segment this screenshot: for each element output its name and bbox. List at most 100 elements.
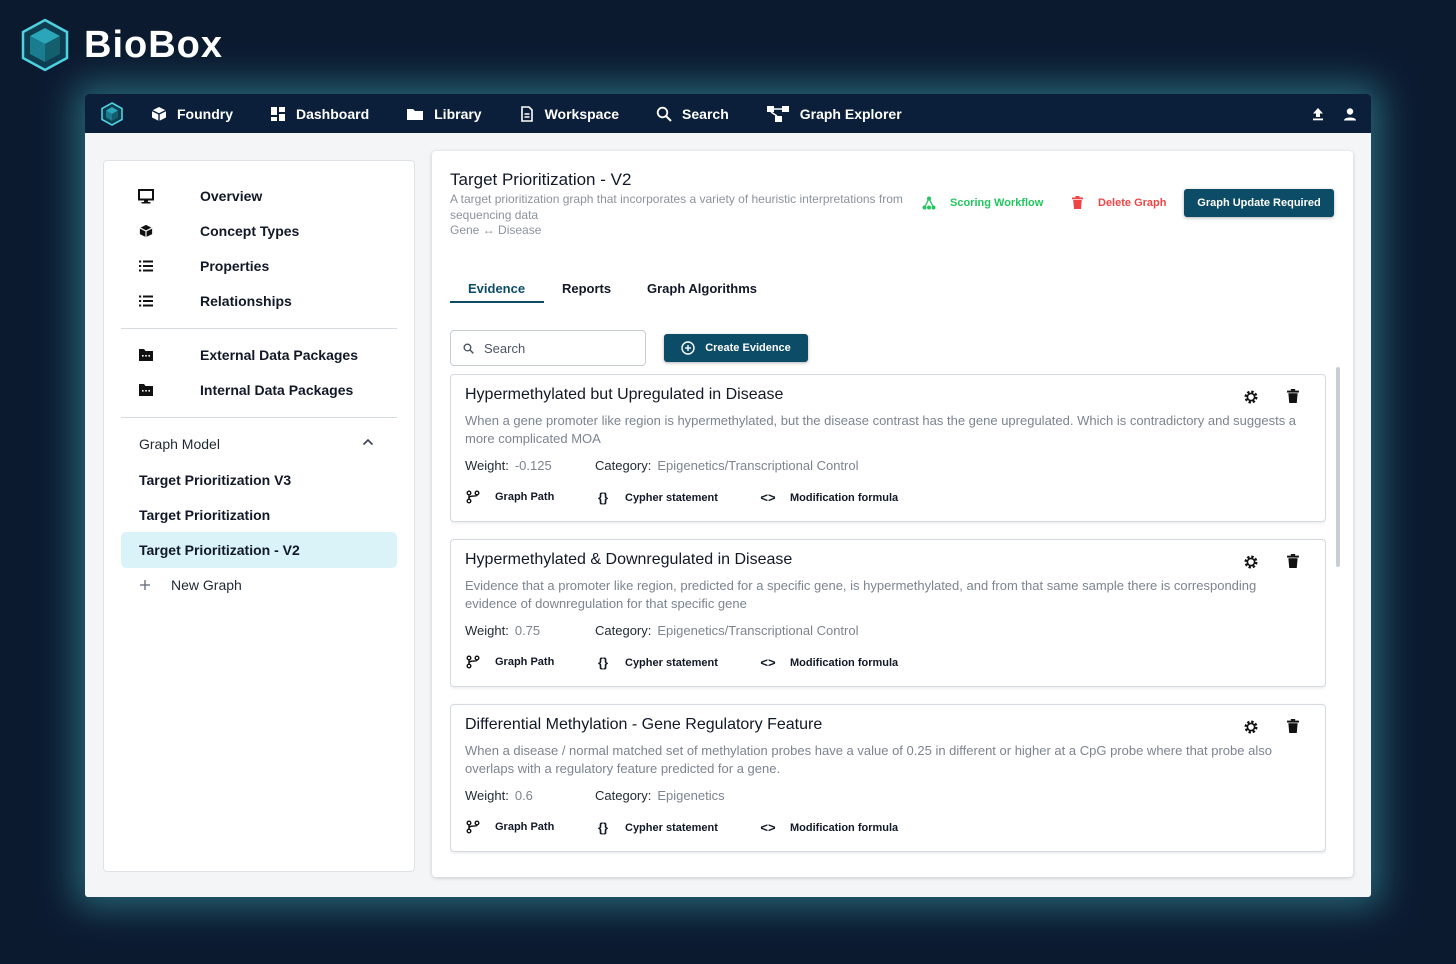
nav-library[interactable]: Library <box>406 106 482 122</box>
cypher-statement-label: Cypher statement <box>625 821 718 834</box>
tab-reports[interactable]: Reports <box>562 281 611 296</box>
sidebar-item-properties[interactable]: Properties <box>104 254 414 278</box>
nav-graph-explorer[interactable]: Graph Explorer <box>766 105 902 123</box>
sidebar-item-overview[interactable]: Overview <box>104 184 414 208</box>
cypher-statement-label: Cypher statement <box>625 491 718 504</box>
scoring-workflow-label: Scoring Workflow <box>950 197 1044 209</box>
dashboard-icon <box>271 106 285 121</box>
modification-formula-label: Modification formula <box>790 821 899 834</box>
graph-path-label: Graph Path <box>495 821 555 833</box>
sidebar-item-external-data-packages[interactable]: External Data Packages <box>104 343 414 367</box>
category-value: Epigenetics/Transcriptional Control <box>657 623 859 638</box>
brand-name: BioBox <box>84 23 223 66</box>
search-input[interactable]: Search <box>450 330 646 366</box>
evidence-card[interactable]: Differential Methylation - Gene Regulato… <box>450 704 1326 852</box>
weight-label: Weight: <box>465 788 509 803</box>
graph-relation: Gene ↔ Disease <box>450 223 542 237</box>
evidence-scrollbar[interactable] <box>1336 367 1340 567</box>
nav-workspace[interactable]: Workspace <box>519 106 619 122</box>
evidence-title: Differential Methylation - Gene Regulato… <box>465 716 823 733</box>
graph-path-icon <box>465 820 481 834</box>
nav-search[interactable]: Search <box>656 106 729 122</box>
upload-icon[interactable] <box>1311 107 1325 121</box>
trash-icon[interactable] <box>1287 554 1299 568</box>
nav-dashboard-label: Dashboard <box>296 105 370 122</box>
monitor-icon <box>138 188 154 204</box>
evidence-card[interactable]: Hypermethylated but Upregulated in Disea… <box>450 374 1326 522</box>
search-icon <box>463 342 474 354</box>
nav-dashboard[interactable]: Dashboard <box>270 106 369 122</box>
graph-model-heading: Graph Model <box>139 436 220 452</box>
category-value: Epigenetics/Transcriptional Control <box>657 458 859 473</box>
graph-path-button[interactable]: Graph Path <box>465 490 554 504</box>
new-graph-label: New Graph <box>171 577 242 593</box>
sidebar-item-label: Internal Data Packages <box>200 382 354 398</box>
evidence-description: When a gene promoter like region is hype… <box>465 413 1297 446</box>
settings-gear-icon[interactable] <box>1243 554 1259 570</box>
main-panel: Target Prioritization - V2 A target prio… <box>432 151 1353 877</box>
evidence-description: Evidence that a promoter like region, pr… <box>465 578 1257 611</box>
graph-description: A target prioritization graph that incor… <box>450 192 903 222</box>
nav-graph-explorer-label: Graph Explorer <box>799 105 902 122</box>
graph-path-button[interactable]: Graph Path <box>465 820 554 834</box>
graph-update-required-button[interactable]: Graph Update Required <box>1184 189 1334 217</box>
category-label: Category: <box>595 623 652 638</box>
modification-formula-button[interactable]: <> Modification formula <box>760 490 898 505</box>
nav-foundry-label: Foundry <box>177 105 233 122</box>
scoring-workflow-button[interactable]: Scoring Workflow <box>922 196 1043 210</box>
graph-path-label: Graph Path <box>495 491 555 503</box>
graph-item-target-prioritization-v2[interactable]: Target Prioritization - V2 <box>139 542 300 558</box>
tab-graph-algorithms[interactable]: Graph Algorithms <box>647 281 757 296</box>
search-icon <box>656 106 672 122</box>
trash-icon[interactable] <box>1287 719 1299 733</box>
folder-icon <box>407 108 424 120</box>
graph-item-target-prioritization-v3[interactable]: Target Prioritization V3 <box>139 472 291 488</box>
list-icon <box>138 293 154 309</box>
modification-formula-label: Modification formula <box>790 491 899 504</box>
sidebar-item-label: Concept Types <box>200 223 300 239</box>
cypher-statement-label: Cypher statement <box>625 656 718 669</box>
braces-icon: {} <box>597 820 609 835</box>
code-icon: <> <box>760 820 776 835</box>
plus-icon <box>140 580 150 590</box>
nav-search-label: Search <box>682 105 729 122</box>
sidebar-divider <box>121 328 397 329</box>
evidence-card[interactable]: Hypermethylated & Downregulated in Disea… <box>450 539 1326 687</box>
evidence-description: When a disease / normal matched set of m… <box>465 743 1272 776</box>
sidebar-item-relationships[interactable]: Relationships <box>104 289 414 313</box>
settings-gear-icon[interactable] <box>1243 719 1259 735</box>
biobox-logo-icon <box>21 18 69 72</box>
settings-gear-icon[interactable] <box>1243 389 1259 405</box>
trash-icon[interactable] <box>1287 389 1299 403</box>
create-evidence-button[interactable]: Create Evidence <box>664 334 808 362</box>
search-placeholder: Search <box>484 340 526 356</box>
weight-value: -0.125 <box>514 458 552 473</box>
new-graph-button[interactable]: New Graph <box>139 577 242 593</box>
weight-value: 0.75 <box>514 623 541 638</box>
tab-evidence[interactable]: Evidence <box>468 281 525 296</box>
category-label: Category: <box>595 458 652 473</box>
graph-item-target-prioritization[interactable]: Target Prioritization <box>139 507 270 523</box>
document-icon <box>520 105 533 122</box>
app-window: Foundry Dashboard Library Workspace Sear… <box>85 94 1371 897</box>
sidebar-item-concept-types[interactable]: Concept Types <box>104 219 414 243</box>
evidence-weight: Weight: 0.6 <box>465 788 533 803</box>
nav-right-actions <box>1311 94 1357 133</box>
nav-foundry[interactable]: Foundry <box>151 106 233 122</box>
package-icon <box>138 382 154 398</box>
sidebar-item-internal-data-packages[interactable]: Internal Data Packages <box>104 378 414 402</box>
cypher-statement-button[interactable]: {} Cypher statement <box>595 820 718 835</box>
modification-formula-button[interactable]: <> Modification formula <box>760 655 898 670</box>
cypher-statement-button[interactable]: {} Cypher statement <box>595 490 718 505</box>
nav-logo-icon[interactable] <box>99 101 125 127</box>
modification-formula-button[interactable]: <> Modification formula <box>760 820 898 835</box>
cypher-statement-button[interactable]: {} Cypher statement <box>595 655 718 670</box>
chevron-up-icon[interactable] <box>362 438 374 446</box>
user-icon[interactable] <box>1343 107 1357 121</box>
sidebar-item-label: Overview <box>200 188 263 204</box>
category-label: Category: <box>595 788 652 803</box>
graph-path-button[interactable]: Graph Path <box>465 655 554 669</box>
delete-graph-button[interactable]: Delete Graph <box>1072 196 1166 209</box>
package-icon <box>138 347 154 363</box>
add-circle-icon <box>681 341 695 355</box>
